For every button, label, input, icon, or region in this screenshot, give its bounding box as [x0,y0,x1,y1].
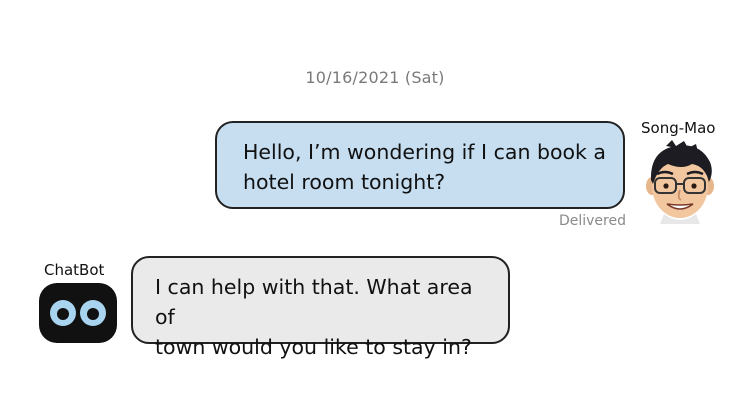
user-message-line-1: Hello, I’m wondering if I can book a [243,140,606,164]
user-name-label: Song-Mao [641,119,716,137]
bot-message-line-1: I can help with that. What area of [155,275,473,329]
conversation-date: 10/16/2021 (Sat) [305,68,445,87]
memoji-avatar-icon [646,140,714,224]
bot-message-line-2: town would you like to stay in? [155,335,472,359]
bot-name-label: ChatBot [44,261,105,279]
user-message-line-2: hotel room tonight? [243,170,446,194]
bot-message-bubble[interactable]: I can help with that. What area of town … [131,256,510,359]
user-message-bubble[interactable]: Hello, I’m wondering if I can book a hot… [215,121,625,209]
delivery-status: Delivered [558,213,626,229]
robot-face-icon [39,283,117,343]
